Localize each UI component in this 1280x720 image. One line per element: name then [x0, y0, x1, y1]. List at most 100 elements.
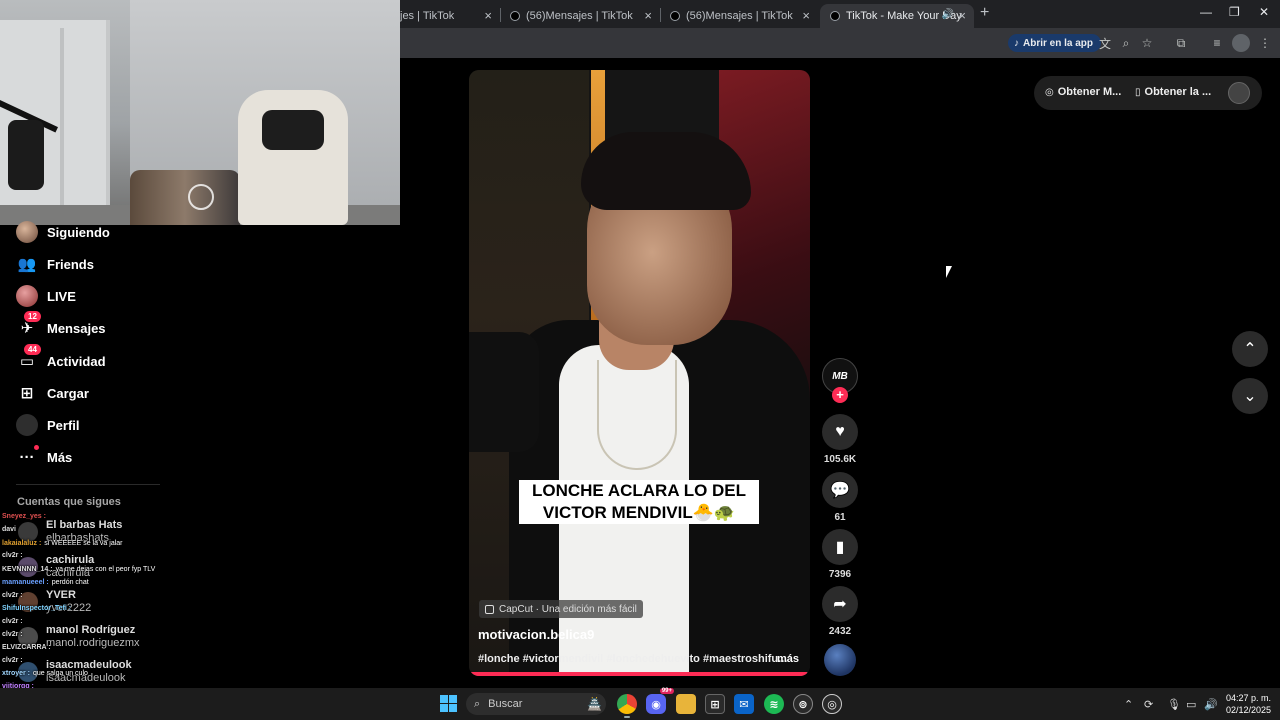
microphone-icon[interactable]: 🎙 — [1167, 698, 1181, 711]
capcut-label: CapCut · Una edición más fácil — [499, 603, 637, 615]
sidebar-item-following[interactable]: Siguiendo — [16, 220, 110, 244]
sidebar-item-label: Más — [47, 449, 73, 465]
previous-video-button[interactable]: ⌃ — [1232, 331, 1268, 367]
tab-close-icon[interactable]: × — [958, 8, 966, 23]
video-author-username[interactable]: motivacion.belica9 — [478, 627, 594, 642]
obs-icon[interactable]: ◎ — [822, 694, 842, 714]
share-icon[interactable]: ➦ — [822, 586, 858, 622]
mail-icon[interactable]: ✉ — [734, 694, 754, 714]
get-app-button[interactable]: ▯ Obtener la ... — [1135, 86, 1211, 98]
browser-menu-icon[interactable]: ⋮ — [1256, 34, 1274, 52]
search-icon: ⌕ — [474, 697, 481, 710]
following-avatar — [16, 221, 38, 243]
like-action[interactable]: ♥ 105.6K — [822, 414, 858, 465]
save-action[interactable]: ▮ 7396 — [822, 529, 858, 580]
upload-icon: ⊞ — [20, 385, 34, 402]
video-hashtags[interactable]: #lonche #victormendivil #lonchedehuevito… — [478, 653, 787, 665]
sidebar-item-upload[interactable]: ⊞ Cargar — [16, 381, 89, 405]
taskbar-search-input[interactable]: ⌕ Buscar 🏯 — [466, 693, 606, 715]
taskbar-search-placeholder: Buscar — [488, 698, 523, 710]
file-explorer-icon[interactable] — [676, 694, 696, 714]
webcam-microphone — [8, 120, 44, 190]
comment-icon[interactable]: 💬 — [822, 472, 858, 508]
tab-close-icon[interactable]: × — [484, 8, 492, 23]
music-disc-icon[interactable] — [824, 644, 856, 676]
phone-icon: ▯ — [1135, 87, 1141, 98]
extensions-icon[interactable]: ⧉ — [1172, 34, 1190, 52]
sidebar-item-friends[interactable]: 👥 Friends — [16, 252, 94, 276]
capcut-icon — [485, 604, 494, 614]
followed-account[interactable]: manol Rodríguez manol.rodriguezmx — [46, 624, 140, 650]
browser-tab-2[interactable]: (56)Mensajes | TikTok × — [500, 4, 660, 28]
browser-tab-1[interactable]: jes | TikTok × — [390, 4, 500, 28]
video-microphone — [469, 332, 539, 452]
live-avatar — [16, 285, 38, 307]
next-video-button[interactable]: ⌄ — [1232, 378, 1268, 414]
followed-account-name: YVER — [46, 589, 76, 601]
microsoft-store-icon[interactable]: ⊞ — [705, 694, 725, 714]
chat-text: si WEEEEE se la va jalar — [44, 540, 123, 547]
webcam-blanket — [130, 170, 240, 225]
network-icon[interactable]: ▭ — [1186, 698, 1196, 711]
tab-audio-icon[interactable]: 🔊 — [942, 9, 954, 20]
chat-message: ShifuInspector_Tefi : — [2, 604, 74, 613]
browser-tab-active[interactable]: TikTok - Make Your Day 🔊 × — [820, 4, 974, 28]
chat-username: ELVIZCARRA : — [2, 644, 51, 651]
chevron-up-icon: ⌃ — [1243, 341, 1257, 358]
tab-title: (56)Mensajes | TikTok — [526, 10, 633, 22]
tiktok-favicon-icon — [670, 11, 680, 21]
sidebar-item-more[interactable]: ··· Más — [16, 445, 72, 469]
chat-username: clv2r : — [2, 631, 23, 638]
share-action[interactable]: ➦ 2432 — [822, 586, 858, 637]
user-avatar[interactable] — [1228, 82, 1250, 104]
video-description: #lonche #victormendivil #lonchedehuevito… — [478, 653, 800, 665]
zoom-icon[interactable]: ⌕ — [1117, 34, 1135, 52]
translate-icon[interactable]: 文 — [1096, 34, 1114, 52]
activity-badge: 44 — [24, 344, 41, 355]
sidebar-item-activity[interactable]: ▭ 44 Actividad — [16, 344, 106, 373]
chat-message: xtroyer : que salga un culo — [2, 669, 88, 678]
sidebar-item-live[interactable]: LIVE — [16, 284, 76, 308]
chrome-icon[interactable] — [617, 694, 637, 714]
webcam-door-panel — [60, 28, 64, 218]
activity-icon: ▭ 44 — [16, 344, 41, 372]
video-player[interactable]: LONCHE ACLARA LO DEL VICTOR MENDIVIL🐣🐢 C… — [469, 70, 810, 676]
windows-start-icon[interactable] — [440, 695, 457, 712]
capcut-tag[interactable]: CapCut · Una edición más fácil — [479, 600, 643, 618]
follow-author-button[interactable]: + — [832, 387, 848, 403]
chat-message: clv2r : — [2, 551, 26, 560]
volume-icon[interactable]: 🔊 — [1204, 698, 1218, 711]
video-progress-bar[interactable] — [469, 672, 810, 676]
close-window-icon[interactable]: ✕ — [1259, 5, 1269, 19]
get-coins-button[interactable]: ◎ Obtener M... — [1045, 86, 1121, 98]
sidebar-item-messages[interactable]: ✈ 12 Mensajes — [16, 311, 106, 340]
bookmark-star-icon[interactable]: ☆ — [1138, 34, 1156, 52]
messages-icon: ✈ 12 — [16, 311, 41, 339]
bookmark-icon[interactable]: ▮ — [822, 529, 858, 565]
open-in-app-button[interactable]: ♪ Abrir en la app — [1008, 34, 1102, 52]
sync-icon[interactable]: ⟳ — [1144, 698, 1153, 711]
tab-close-icon[interactable]: × — [644, 8, 652, 23]
sidebar-item-label: Cargar — [47, 385, 89, 401]
get-app-label: Obtener la ... — [1144, 86, 1212, 98]
chat-message: clv2r : — [2, 591, 26, 600]
sidebar-item-label: Friends — [47, 256, 94, 272]
description-more-button[interactable]: más — [777, 653, 799, 665]
maximize-icon[interactable]: ❐ — [1229, 5, 1240, 19]
new-tab-button[interactable]: + — [980, 4, 989, 22]
minimize-icon[interactable]: — — [1200, 5, 1212, 19]
game-app-icon[interactable]: ⊚ — [793, 694, 813, 714]
browser-tab-3[interactable]: (56)Mensajes | TikTok × — [660, 4, 818, 28]
discord-icon[interactable]: ◉ 99+ — [646, 688, 674, 714]
reading-list-icon[interactable]: ≡ — [1208, 34, 1226, 52]
spotify-icon[interactable]: ≋ — [764, 694, 784, 714]
video-progress-fill — [469, 672, 807, 676]
sidebar-item-profile[interactable]: Perfil — [16, 413, 80, 437]
profile-avatar[interactable] — [1232, 34, 1250, 52]
following-accounts-header: Cuentas que sigues — [17, 496, 121, 508]
comment-action[interactable]: 💬 61 — [822, 472, 858, 523]
heart-icon[interactable]: ♥ — [822, 414, 858, 450]
chevron-up-icon[interactable]: ⌃ — [1124, 698, 1133, 711]
tab-close-icon[interactable]: × — [802, 8, 810, 23]
taskbar-clock[interactable]: 04:27 p. m. 02/12/2025 — [1226, 692, 1271, 716]
